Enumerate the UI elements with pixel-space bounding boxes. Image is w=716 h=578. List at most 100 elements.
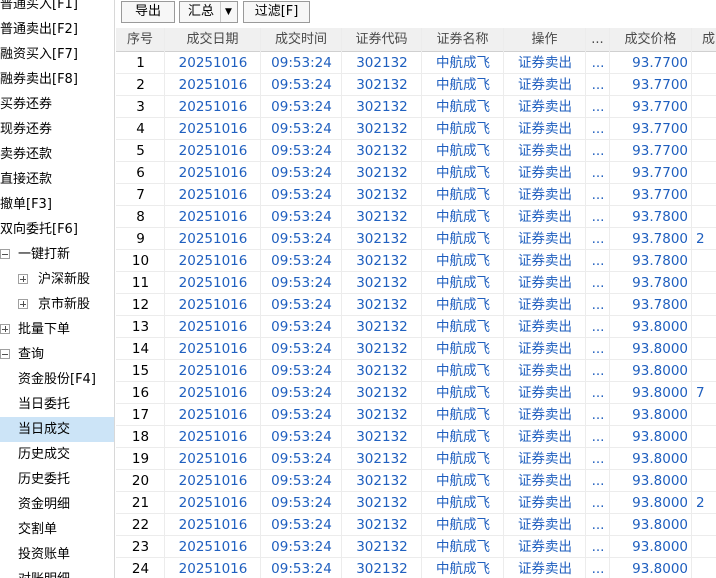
cell-date: 20251016 [178,99,248,115]
table-row[interactable]: 13 20251016 09:53:24 302132 中航成飞 证券卖出... 93.80… [116,316,716,338]
column-header[interactable]: 操作 [504,28,586,52]
table-row[interactable]: 8 20251016 09:53:24 302132 中航成飞 证券卖出... 93.780… [116,206,716,228]
cell-code: 302132 [356,539,408,555]
sidebar-item[interactable]: 现券还券 [0,117,114,142]
column-header[interactable]: 成 [692,28,716,52]
table-row[interactable]: 7 20251016 09:53:24 302132 中航成飞 证券卖出... 93.770… [116,184,716,206]
sidebar-item[interactable]: 普通买入[F1] [0,0,114,17]
column-header[interactable]: 成交时间 [261,28,342,52]
cell-date: 20251016 [178,77,248,93]
sidebar-item[interactable]: 查询 [0,342,114,367]
cell-time: 09:53:24 [271,341,332,357]
table-row[interactable]: 24 20251016 09:53:24 302132 中航成飞 证券卖出... 93.80… [116,558,716,578]
cell-more: ... [591,473,605,489]
collapse-icon[interactable] [0,349,10,359]
sidebar-item[interactable]: 交割单 [0,517,114,542]
sidebar-item[interactable]: 历史成交 [0,442,114,467]
column-header[interactable]: 成交日期 [165,28,261,52]
table-row[interactable]: 23 20251016 09:53:24 302132 中航成飞 证券卖出... 93.80… [116,536,716,558]
dropdown-arrow-icon[interactable]: ▼ [220,2,236,22]
cell-extra [692,118,716,140]
sidebar-item[interactable]: 一键打新 [0,242,114,267]
export-button[interactable]: 导出 [121,1,175,23]
table-row[interactable]: 10 20251016 09:53:24 302132 中航成飞 证券卖出... 93.78… [116,250,716,272]
table-row[interactable]: 3 20251016 09:53:24 302132 中航成飞 证券卖出... 93.770… [116,96,716,118]
cell-price: 93.7700 [632,55,688,71]
table-row[interactable]: 4 20251016 09:53:24 302132 中航成飞 证券卖出... 93.770… [116,118,716,140]
cell-name: 中航成飞 [436,429,490,445]
cell-time: 09:53:24 [271,407,332,423]
expand-icon[interactable] [0,324,10,334]
table-row[interactable]: 6 20251016 09:53:24 302132 中航成飞 证券卖出... 93.770… [116,162,716,184]
sidebar-item[interactable]: 普通卖出[F2] [0,17,114,42]
sidebar-item[interactable]: 京市新股 [0,292,114,317]
sidebar-item-label: 批量下单 [18,322,71,337]
table-row[interactable]: 14 20251016 09:53:24 302132 中航成飞 证券卖出... 93.80… [116,338,716,360]
sidebar-item-label: 历史成交 [18,447,71,462]
cell-op: 证券卖出 [518,539,572,555]
sidebar-item[interactable]: 融券卖出[F8] [0,67,114,92]
sidebar-item[interactable]: 历史委托 [0,467,114,492]
cell-date: 20251016 [178,275,248,291]
table-row[interactable]: 17 20251016 09:53:24 302132 中航成飞 证券卖出... 93.80… [116,404,716,426]
filter-button[interactable]: 过滤[F] [243,1,310,23]
cell-more: ... [591,561,605,577]
summary-dropdown-button[interactable]: 汇总 ▼ [179,1,238,23]
table-row[interactable]: 20 20251016 09:53:24 302132 中航成飞 证券卖出... 93.80… [116,470,716,492]
table-row[interactable]: 19 20251016 09:53:24 302132 中航成飞 证券卖出... 93.80… [116,448,716,470]
cell-seq: 11 [131,275,150,291]
cell-seq: 8 [136,209,145,225]
column-header[interactable]: 成交价格 [610,28,692,52]
column-header[interactable]: 证券代码 [342,28,422,52]
expand-icon[interactable] [18,299,28,309]
cell-seq: 2 [136,77,145,93]
sidebar-item[interactable]: 当日成交 [0,417,114,442]
table-row[interactable]: 1 20251016 09:53:24 302132 中航成飞 证券卖出... 93.770… [116,52,716,74]
column-header[interactable]: ... [586,28,610,52]
expand-icon[interactable] [18,274,28,284]
table-row[interactable]: 2 20251016 09:53:24 302132 中航成飞 证券卖出... 93.770… [116,74,716,96]
cell-code: 302132 [356,187,408,203]
cell-extra [692,52,716,74]
cell-extra [692,448,716,470]
sidebar-item[interactable]: 融资买入[F7] [0,42,114,67]
table-row[interactable]: 11 20251016 09:53:24 302132 中航成飞 证券卖出... 93.78… [116,272,716,294]
table-row[interactable]: 9 20251016 09:53:24 302132 中航成飞 证券卖出... 93.780… [116,228,716,250]
sidebar-item[interactable]: 资金明细 [0,492,114,517]
column-divider [609,28,610,578]
cell-name: 中航成飞 [436,209,490,225]
sidebar-item-label: 对账明细 [18,572,70,578]
table-row[interactable]: 15 20251016 09:53:24 302132 中航成飞 证券卖出... 93.80… [116,360,716,382]
sidebar-item[interactable]: 买券还券 [0,92,114,117]
column-divider [341,28,342,578]
table-row[interactable]: 21 20251016 09:53:24 302132 中航成飞 证券卖出... 93.80… [116,492,716,514]
sidebar-item[interactable]: 投资账单 [0,542,114,567]
table-row[interactable]: 12 20251016 09:53:24 302132 中航成飞 证券卖出... 93.78… [116,294,716,316]
sidebar-item[interactable]: 沪深新股 [0,267,114,292]
navigation-tree-list: 普通买入[F1] 普通卖出[F2] 融资买入[F7] 融券卖出[F8] 买券还券 现券还券… [0,0,114,578]
cell-extra: 2 [696,231,705,247]
cell-name: 中航成飞 [436,121,490,137]
cell-date: 20251016 [178,341,248,357]
table-row[interactable]: 18 20251016 09:53:24 302132 中航成飞 证券卖出... 93.80… [116,426,716,448]
cell-time: 09:53:24 [271,385,332,401]
sidebar-item[interactable]: 当日委托 [0,392,114,417]
table-row[interactable]: 22 20251016 09:53:24 302132 中航成飞 证券卖出... 93.80… [116,514,716,536]
cell-time: 09:53:24 [271,55,332,71]
collapse-icon[interactable] [0,249,10,259]
sidebar-item[interactable]: 卖券还款 [0,142,114,167]
sidebar-item[interactable]: 双向委托[F6] [0,217,114,242]
column-header[interactable]: 证券名称 [422,28,504,52]
sidebar-item[interactable]: 资金股份[F4] [0,367,114,392]
cell-extra [692,470,716,492]
table-row[interactable]: 16 20251016 09:53:24 302132 中航成飞 证券卖出... 93.80… [116,382,716,404]
column-header[interactable]: 序号 [116,28,165,52]
cell-seq: 7 [136,187,145,203]
sidebar-item[interactable]: 对账明细 [0,567,114,578]
sidebar-item[interactable]: 撤单[F3] [0,192,114,217]
cell-date: 20251016 [178,407,248,423]
sidebar-item[interactable]: 批量下单 [0,317,114,342]
table-row[interactable]: 5 20251016 09:53:24 302132 中航成飞 证券卖出... 93.770… [116,140,716,162]
sidebar-item[interactable]: 直接还款 [0,167,114,192]
cell-name: 中航成飞 [436,495,490,511]
